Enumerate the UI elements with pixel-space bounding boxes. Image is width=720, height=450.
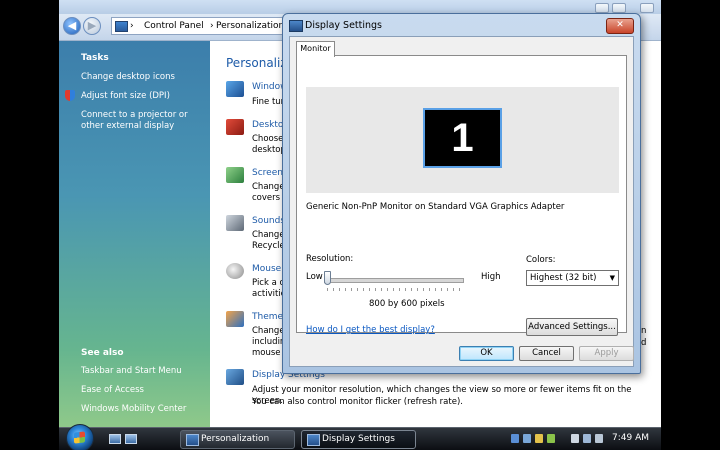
display-settings-dialog: Display Settings ✕ Monitor 1 Generic Non… <box>282 13 641 374</box>
tab-monitor[interactable]: Monitor <box>296 41 335 57</box>
control-panel-icon <box>115 21 128 32</box>
mouse-pointers-icon <box>226 263 244 279</box>
security-icon[interactable] <box>535 434 543 443</box>
taskbar-display-settings-label: Display Settings <box>322 434 395 444</box>
chevron-right-icon: › <box>210 21 214 31</box>
forward-arrow-icon: ▶ <box>87 19 97 32</box>
chevron-right-icon: › <box>130 21 134 31</box>
colors-value: Highest (32 bit) <box>530 273 597 283</box>
taskbar-display-settings[interactable]: Display Settings <box>301 430 416 449</box>
colors-select[interactable]: Highest (32 bit) ▼ <box>526 270 619 286</box>
best-display-help-link[interactable]: How do I get the best display? <box>306 325 435 335</box>
display-icon[interactable] <box>583 434 591 443</box>
taskbar-personalization-label: Personalization <box>201 434 270 444</box>
tasks-heading: Tasks <box>81 53 109 63</box>
apply-button[interactable]: Apply <box>579 346 634 361</box>
screen-saver-icon <box>226 167 244 183</box>
control-panel-icon <box>186 434 199 446</box>
change-desktop-icons-link[interactable]: Change desktop icons <box>81 72 209 83</box>
forward-button[interactable]: ▶ <box>83 17 101 35</box>
see-also-heading: See also <box>81 348 124 358</box>
resolution-slider-thumb[interactable] <box>324 271 331 285</box>
control-panel-title-bar <box>59 0 661 14</box>
back-arrow-icon: ◀ <box>67 19 77 32</box>
maximize-button[interactable] <box>612 3 626 13</box>
uac-shield-icon <box>65 90 75 101</box>
monitor-arrangement-area: 1 <box>306 87 619 193</box>
breadcrumb-personalization[interactable]: Personalization <box>216 18 284 34</box>
monitor-1-preview[interactable]: 1 <box>423 108 502 168</box>
ok-button[interactable]: OK <box>459 346 514 361</box>
sounds-icon <box>226 215 244 231</box>
resolution-low-label: Low <box>306 272 323 282</box>
chevron-down-icon: ▼ <box>609 274 615 282</box>
show-desktop-icon[interactable] <box>109 434 121 444</box>
theme-icon <box>226 311 244 327</box>
bluetooth-icon[interactable] <box>511 434 519 443</box>
mouse-pointers-link[interactable]: Mouse <box>252 264 281 274</box>
advanced-settings-button[interactable]: Advanced Settings... <box>526 318 618 336</box>
switch-windows-icon[interactable] <box>125 434 137 444</box>
resolution-slider-ticks <box>327 288 461 291</box>
monitor-number: 1 <box>451 116 474 160</box>
dialog-close-button[interactable]: ✕ <box>606 18 634 34</box>
network-icon[interactable] <box>523 434 531 443</box>
ease-of-access-link[interactable]: Ease of Access <box>81 385 209 396</box>
sounds-link[interactable]: Sounds <box>252 216 285 226</box>
windows-logo-icon <box>74 431 85 444</box>
start-button[interactable] <box>66 424 94 450</box>
screen-saver-link[interactable]: Screen <box>252 168 283 178</box>
mobility-center-link[interactable]: Windows Mobility Center <box>81 404 209 415</box>
resolution-high-label: High <box>481 272 501 282</box>
taskbar-personalization[interactable]: Personalization <box>180 430 295 449</box>
back-button[interactable]: ◀ <box>63 17 81 35</box>
display-settings-icon <box>289 20 303 32</box>
adjust-font-size-link[interactable]: Adjust font size (DPI) <box>81 91 209 102</box>
display-settings-icon <box>226 369 244 385</box>
colors-label: Colors: <box>526 255 556 265</box>
theme-desc-overflow: d <box>641 338 647 348</box>
address-bar[interactable]: › Control Panel › Personalization <box>111 17 287 35</box>
breadcrumb-control-panel[interactable]: Control Panel <box>144 18 204 34</box>
sync-icon[interactable] <box>547 434 555 443</box>
taskbar: Personalization Display Settings 7:49 AM <box>59 424 661 450</box>
monitor-name: Generic Non-PnP Monitor on Standard VGA … <box>306 202 565 212</box>
resolution-label: Resolution: <box>306 254 354 264</box>
theme-desc-overflow: n <box>641 326 647 336</box>
monitor-tab-panel: 1 Generic Non-PnP Monitor on Standard VG… <box>296 55 627 336</box>
cancel-button[interactable]: Cancel <box>519 346 574 361</box>
resolution-value: 800 by 600 pixels <box>369 299 445 309</box>
theme-link[interactable]: Theme <box>252 312 283 322</box>
taskbar-start-menu-link[interactable]: Taskbar and Start Menu <box>81 366 209 377</box>
dialog-body: Monitor 1 Generic Non-PnP Monitor on Sta… <box>289 36 634 367</box>
minimize-button[interactable] <box>595 3 609 13</box>
dialog-title: Display Settings <box>305 20 383 31</box>
display-settings-desc-line-2: You can also control monitor flicker (re… <box>252 397 463 407</box>
display-settings-icon <box>307 434 320 446</box>
volume-icon[interactable] <box>595 434 603 443</box>
window-color-icon <box>226 81 244 97</box>
connect-projector-link[interactable]: Connect to a projector or other external… <box>81 110 211 132</box>
tasks-sidebar: Tasks Change desktop icons Adjust font s… <box>59 41 210 427</box>
close-button[interactable] <box>640 3 654 13</box>
clock[interactable]: 7:49 AM <box>612 433 649 443</box>
desktop-background-icon <box>226 119 244 135</box>
resolution-slider-track[interactable] <box>324 278 464 283</box>
battery-icon[interactable] <box>571 434 579 443</box>
